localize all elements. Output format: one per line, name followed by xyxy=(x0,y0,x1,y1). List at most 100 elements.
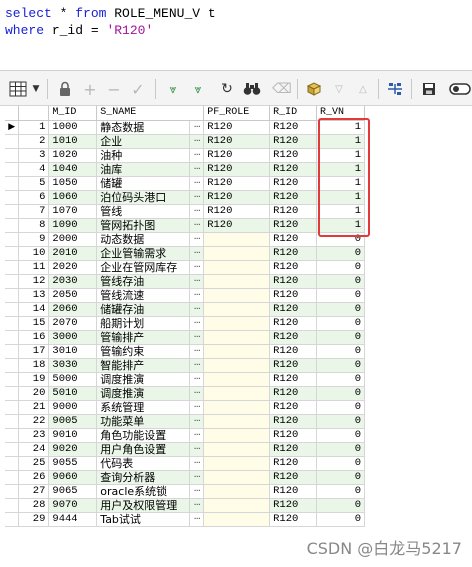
table-row[interactable]: 9 2000 动态数据 ··· R120 0 xyxy=(5,232,365,247)
cell-s-name[interactable]: 船期计划 xyxy=(96,316,191,331)
cell-s-name[interactable]: 管线 xyxy=(96,204,191,219)
post-icon[interactable]: ✓ xyxy=(128,79,148,99)
table-row[interactable]: 8 1090 管网拓扑图 ··· R120 R120 1 xyxy=(5,218,365,233)
cell-pf-role[interactable] xyxy=(203,414,271,429)
cell-m-id[interactable]: 9060 xyxy=(48,470,98,485)
table-row[interactable]: 16 3000 管输排产 ··· R120 0 xyxy=(5,330,365,345)
cell-m-id[interactable]: 9020 xyxy=(48,442,98,457)
cell-s-name[interactable]: 功能菜单 xyxy=(96,414,191,429)
delete-row-icon[interactable]: − xyxy=(104,79,124,99)
cell-m-id[interactable]: 1090 xyxy=(48,218,98,233)
cell-s-name[interactable]: 代码表 xyxy=(96,456,191,471)
cell-s-name[interactable]: 用户角色设置 xyxy=(96,442,191,457)
cell-editor-button[interactable]: ··· xyxy=(189,428,205,443)
switch-icon[interactable] xyxy=(449,79,471,99)
first-record-icon[interactable]: ⩔ xyxy=(163,79,183,99)
query-plan-icon[interactable] xyxy=(385,79,405,99)
move-up-icon[interactable]: △ xyxy=(353,79,373,99)
cell-editor-button[interactable]: ··· xyxy=(189,260,205,275)
cell-pf-role[interactable] xyxy=(203,498,271,513)
cell-editor-button[interactable]: ··· xyxy=(189,204,205,219)
cell-r-id[interactable]: R120 xyxy=(269,512,318,527)
cell-m-id[interactable]: 2050 xyxy=(48,288,98,303)
cell-editor-button[interactable]: ··· xyxy=(189,274,205,289)
cell-m-id[interactable]: 3030 xyxy=(48,358,98,373)
column-header-pf-role[interactable]: PF_ROLE xyxy=(203,106,271,121)
cell-m-id[interactable]: 2030 xyxy=(48,274,98,289)
cell-editor-button[interactable]: ··· xyxy=(189,400,205,415)
table-row[interactable]: 27 9065 oracle系统锁 ··· R120 0 xyxy=(5,484,365,499)
cell-r-id[interactable]: R120 xyxy=(269,274,318,289)
cell-r-id[interactable]: R120 xyxy=(269,372,318,387)
cell-r-id[interactable]: R120 xyxy=(269,344,318,359)
cell-editor-button[interactable]: ··· xyxy=(189,512,205,527)
table-row[interactable]: 12 2030 管线存油 ··· R120 0 xyxy=(5,274,365,289)
cell-r-vn[interactable]: 0 xyxy=(316,484,365,499)
cell-pf-role[interactable]: R120 xyxy=(203,204,271,219)
cell-s-name[interactable]: 管网拓扑图 xyxy=(96,218,191,233)
cell-pf-role[interactable] xyxy=(203,246,271,261)
cell-s-name[interactable]: oracle系统锁 xyxy=(96,484,191,499)
cell-editor-button[interactable]: ··· xyxy=(189,316,205,331)
table-row[interactable]: 2 1010 企业 ··· R120 R120 1 xyxy=(5,134,365,149)
cell-pf-role[interactable]: R120 xyxy=(203,120,271,135)
column-header-m-id[interactable]: M_ID xyxy=(48,106,98,121)
cell-s-name[interactable]: 静态数据 xyxy=(96,120,191,135)
cell-editor-button[interactable]: ··· xyxy=(189,302,205,317)
cell-pf-role[interactable] xyxy=(203,400,271,415)
cell-m-id[interactable]: 9444 xyxy=(48,512,98,527)
cell-s-name[interactable]: 企业 xyxy=(96,134,191,149)
table-row[interactable]: 21 9000 系统管理 ··· R120 0 xyxy=(5,400,365,415)
cell-pf-role[interactable]: R120 xyxy=(203,190,271,205)
cell-editor-button[interactable]: ··· xyxy=(189,498,205,513)
cell-m-id[interactable]: 1040 xyxy=(48,162,98,177)
table-row[interactable]: 28 9070 用户及权限管理 ··· R120 0 xyxy=(5,498,365,513)
cell-pf-role[interactable] xyxy=(203,232,271,247)
cell-pf-role[interactable] xyxy=(203,260,271,275)
cell-r-id[interactable]: R120 xyxy=(269,288,318,303)
cell-pf-role[interactable] xyxy=(203,274,271,289)
cell-editor-button[interactable]: ··· xyxy=(189,484,205,499)
cell-s-name[interactable]: 油种 xyxy=(96,148,191,163)
chevron-down-icon[interactable]: ▼ xyxy=(30,79,42,99)
cell-editor-button[interactable]: ··· xyxy=(189,456,205,471)
cell-pf-role[interactable] xyxy=(203,316,271,331)
save-icon[interactable] xyxy=(419,79,439,99)
move-down-icon[interactable]: ▽ xyxy=(329,79,349,99)
cell-r-vn[interactable]: 0 xyxy=(316,274,365,289)
cell-editor-button[interactable]: ··· xyxy=(189,246,205,261)
cell-editor-button[interactable]: ··· xyxy=(189,386,205,401)
cell-s-name[interactable]: 泊位码头港口 xyxy=(96,190,191,205)
cell-s-name[interactable]: 管输约束 xyxy=(96,344,191,359)
table-row[interactable]: 6 1060 泊位码头港口 ··· R120 R120 1 xyxy=(5,190,365,205)
cell-pf-role[interactable] xyxy=(203,330,271,345)
cell-editor-button[interactable]: ··· xyxy=(189,218,205,233)
cell-s-name[interactable]: 查询分析器 xyxy=(96,470,191,485)
cell-pf-role[interactable] xyxy=(203,302,271,317)
table-row[interactable]: 10 2010 企业管输需求 ··· R120 0 xyxy=(5,246,365,261)
cell-r-id[interactable]: R120 xyxy=(269,316,318,331)
cell-editor-button[interactable]: ··· xyxy=(189,176,205,191)
cell-r-id[interactable]: R120 xyxy=(269,456,318,471)
cell-s-name[interactable]: 储罐 xyxy=(96,176,191,191)
cell-pf-role[interactable] xyxy=(203,372,271,387)
table-row[interactable]: 20 5010 调度推演 ··· R120 0 xyxy=(5,386,365,401)
find-icon[interactable] xyxy=(242,79,262,99)
clear-icon[interactable]: ⌫ xyxy=(272,79,292,99)
cell-s-name[interactable]: 企业在管网库存 xyxy=(96,260,191,275)
cell-r-id[interactable]: R120 xyxy=(269,218,318,233)
cell-r-vn[interactable]: 0 xyxy=(316,344,365,359)
table-row[interactable]: 19 5000 调度推演 ··· R120 0 xyxy=(5,372,365,387)
table-row[interactable]: 18 3030 智能排产 ··· R120 0 xyxy=(5,358,365,373)
cell-r-id[interactable]: R120 xyxy=(269,120,318,135)
cell-m-id[interactable]: 1070 xyxy=(48,204,98,219)
table-row[interactable]: 25 9055 代码表 ··· R120 0 xyxy=(5,456,365,471)
table-row[interactable]: 5 1050 储罐 ··· R120 R120 1 xyxy=(5,176,365,191)
cell-r-id[interactable]: R120 xyxy=(269,484,318,499)
cell-pf-role[interactable] xyxy=(203,456,271,471)
cell-r-id[interactable]: R120 xyxy=(269,330,318,345)
column-header-s-name[interactable]: S_NAME xyxy=(96,106,205,121)
table-row[interactable]: ▶ 1 1000 静态数据 ··· R120 R120 1 xyxy=(5,120,365,135)
cell-pf-role[interactable] xyxy=(203,442,271,457)
cell-r-id[interactable]: R120 xyxy=(269,442,318,457)
